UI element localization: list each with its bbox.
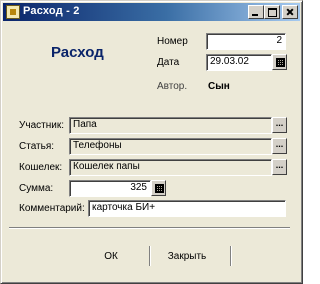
number-field[interactable]: 2	[206, 33, 286, 50]
minimize-button[interactable]	[248, 5, 264, 19]
wallet-field[interactable]: Кошелек папы	[69, 159, 272, 176]
article-select-button[interactable]: ...	[272, 138, 287, 154]
date-field[interactable]: 29.03.02	[206, 54, 272, 71]
close-button[interactable]: Закрыть	[159, 247, 215, 267]
title-bar[interactable]: Расход - 2	[3, 3, 300, 21]
comment-field[interactable]: карточка БИ+	[88, 200, 286, 217]
document-icon	[6, 5, 20, 19]
divider	[9, 227, 290, 229]
date-label: Дата	[157, 57, 180, 68]
author-label: Автор.	[157, 81, 188, 92]
maximize-button[interactable]	[264, 5, 280, 19]
ok-button[interactable]: ОК	[86, 247, 136, 267]
button-divider	[149, 246, 151, 266]
article-field[interactable]: Телефоны	[69, 138, 272, 155]
calendar-icon[interactable]	[272, 54, 287, 70]
calculator-icon[interactable]	[151, 180, 166, 196]
participant-field[interactable]: Папа	[69, 117, 272, 134]
author-value: Сын	[208, 81, 230, 92]
article-label: Статья:	[19, 141, 55, 152]
page-heading: Расход	[51, 44, 104, 61]
participant-select-button[interactable]: ...	[272, 117, 287, 133]
wallet-label: Кошелек:	[19, 162, 63, 173]
amount-label: Сумма:	[19, 183, 54, 194]
wallet-select-button[interactable]: ...	[272, 159, 287, 175]
button-divider	[230, 246, 232, 266]
close-window-button[interactable]	[282, 5, 298, 19]
participant-label: Участник:	[19, 120, 64, 131]
expense-dialog-window: Расход - 2 Расход Номер 2 Дата 29.03.02 …	[0, 0, 303, 284]
window-title: Расход - 2	[23, 5, 80, 17]
number-label: Номер	[157, 36, 188, 47]
amount-field[interactable]: 325	[69, 180, 151, 197]
comment-label: Комментарий:	[19, 203, 85, 214]
